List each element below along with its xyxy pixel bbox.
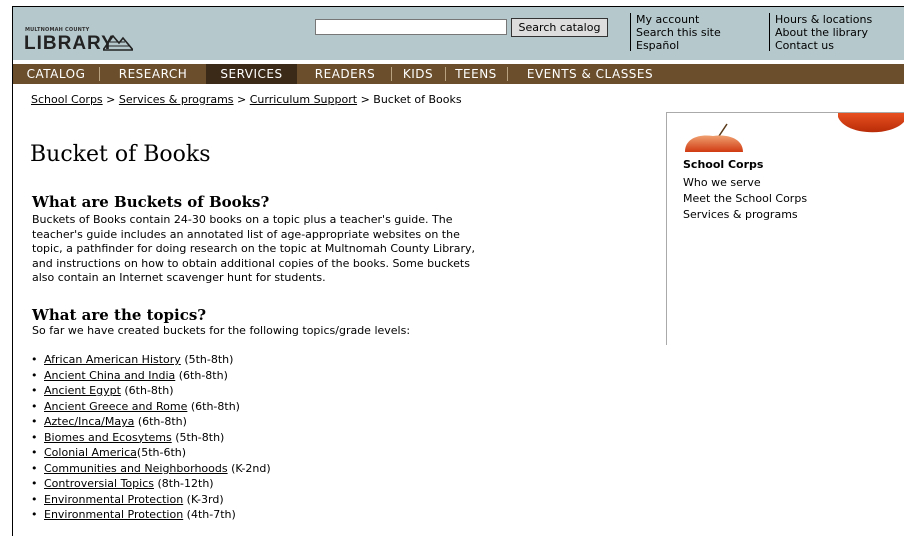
browser-viewport: MULTNOMAH COUNTY LIBRARY Search catalog …	[12, 6, 904, 536]
nav-research[interactable]: RESEARCH	[103, 64, 203, 84]
topics-intro: So far we have created buckets for the f…	[32, 324, 411, 337]
nav-catalog[interactable]: CATALOG	[17, 64, 95, 84]
bullet-icon: •	[31, 461, 38, 475]
bullet-icon: •	[31, 508, 38, 521]
bullet-icon: •	[31, 430, 38, 444]
topic-link[interactable]: Ancient China and India	[44, 369, 175, 382]
list-item: • Ancient Greece and Rome (6th-8th)	[31, 399, 271, 415]
topic-link[interactable]: Colonial America	[44, 446, 137, 459]
topic-grades: (6th-8th)	[120, 384, 174, 397]
sidebar-title[interactable]: School Corps	[683, 158, 763, 171]
topic-link[interactable]: African American History	[44, 353, 181, 366]
apple-icon	[838, 113, 904, 133]
list-item: • Biomes and Ecosytems (5th-8th)	[31, 430, 271, 446]
about-library-link[interactable]: About the library	[775, 26, 872, 39]
hours-locations-link[interactable]: Hours & locations	[775, 13, 872, 26]
topic-grades: (5th-8th)	[171, 430, 225, 444]
section-heading-what-are: What are Buckets of Books?	[32, 193, 270, 211]
bullet-icon: •	[31, 399, 38, 413]
topic-grades: (6th-8th)	[134, 415, 187, 428]
topic-link[interactable]: Ancient Greece and Rome	[44, 400, 187, 413]
topic-grades: (6th-8th)	[175, 368, 228, 382]
list-item: • Ancient Egypt (6th-8th)	[31, 383, 271, 399]
breadcrumb-curriculum-support[interactable]: Curriculum Support	[250, 93, 357, 106]
topic-grades: (8th-12th)	[153, 477, 214, 490]
nav-divider	[391, 67, 392, 81]
nav-events-classes[interactable]: EVENTS & CLASSES	[511, 64, 669, 84]
topic-link[interactable]: Environmental Protection	[44, 493, 183, 506]
topic-grades: (5th-8th)	[180, 353, 234, 366]
topic-link[interactable]: Environmental Protection	[44, 508, 183, 521]
topic-grades: (K-3rd)	[183, 492, 224, 506]
site-header: MULTNOMAH COUNTY LIBRARY Search catalog …	[13, 7, 904, 60]
bullet-icon: •	[31, 477, 38, 490]
breadcrumb-separator: >	[360, 93, 370, 106]
nav-divider	[99, 67, 100, 81]
contact-us-link[interactable]: Contact us	[775, 39, 872, 52]
breadcrumb-current: Bucket of Books	[373, 93, 462, 106]
section-heading-topics: What are the topics?	[32, 306, 207, 324]
nav-divider	[445, 67, 446, 81]
logo-library-text[interactable]: LIBRARY	[24, 33, 115, 55]
sidebar-item-who-we-serve[interactable]: Who we serve	[683, 175, 807, 191]
nav-divider	[507, 67, 508, 81]
bullet-icon: •	[31, 353, 38, 366]
breadcrumb-services-programs[interactable]: Services & programs	[119, 93, 234, 106]
breadcrumb-separator: >	[106, 93, 116, 106]
list-item: • Communities and Neighborhoods (K-2nd)	[31, 461, 271, 477]
description-line: teacher's guide includes an annotated li…	[32, 227, 460, 241]
breadcrumb-school-corps[interactable]: School Corps	[31, 93, 103, 106]
topics-list: • African American History (5th-8th) • Anc…	[31, 352, 271, 523]
catalog-search-input[interactable]	[315, 19, 507, 35]
apple-icon	[685, 123, 743, 152]
header-links-account: My account Search this site Español	[630, 13, 721, 52]
header-links-info: Hours & locations About the library Cont…	[769, 13, 872, 52]
topic-grades: (K-2nd)	[227, 461, 271, 475]
my-account-link[interactable]: My account	[636, 13, 721, 26]
sidebar-item-services-programs[interactable]: Services & programs	[683, 207, 807, 223]
topic-link[interactable]: Controversial Topics	[44, 477, 154, 490]
bullet-icon: •	[31, 492, 38, 506]
nav-kids[interactable]: KIDS	[395, 64, 441, 84]
bullet-icon: •	[31, 415, 38, 428]
espanol-link[interactable]: Español	[636, 39, 721, 52]
list-item: • Controversial Topics (8th-12th)	[31, 476, 271, 492]
breadcrumb-separator: >	[237, 93, 247, 106]
topic-grades: (6th-8th)	[187, 399, 240, 413]
description-line: Buckets of Books contain 24-30 books on …	[32, 213, 453, 226]
list-item: • Environmental Protection (K-3rd)	[31, 492, 271, 508]
description-line: topic, a pathfinder for doing research o…	[32, 242, 475, 255]
page-title: Bucket of Books	[30, 142, 211, 167]
list-item: • Colonial America(5th-6th)	[31, 445, 271, 461]
nav-teens[interactable]: TEENS	[449, 64, 503, 84]
topic-link[interactable]: Communities and Neighborhoods	[44, 462, 228, 475]
list-item: • Aztec/Inca/Maya (6th-8th)	[31, 414, 271, 430]
search-site-link[interactable]: Search this site	[636, 26, 721, 39]
topic-link[interactable]: Ancient Egypt	[44, 384, 121, 397]
main-nav: CATALOG RESEARCH SERVICES READERS KIDS T…	[13, 64, 904, 84]
breadcrumb: School Corps > Services & programs > Cur…	[31, 93, 462, 106]
sidebar-school-corps: School Corps Who we serve Meet the Schoo…	[666, 112, 904, 345]
sidebar-links: Who we serve Meet the School Corps Servi…	[683, 175, 807, 223]
topic-grades: (4th-7th)	[183, 508, 236, 521]
search-catalog-button[interactable]: Search catalog	[511, 18, 608, 37]
mountain-logo-icon	[103, 34, 133, 51]
list-item: • African American History (5th-8th)	[31, 352, 271, 368]
bullet-icon: •	[31, 384, 38, 397]
section-description: Buckets of Books contain 24-30 books on …	[32, 213, 602, 286]
sidebar-item-meet-school-corps[interactable]: Meet the School Corps	[683, 191, 807, 207]
list-item: • Environmental Protection (4th-7th)	[31, 507, 271, 523]
bullet-icon: •	[31, 446, 38, 459]
bullet-icon: •	[31, 368, 38, 382]
list-item: • Ancient China and India (6th-8th)	[31, 368, 271, 384]
description-line: and instructions on how to obtain additi…	[32, 256, 470, 270]
description-line: also contain an Internet scavenger hunt …	[32, 271, 326, 284]
topic-link[interactable]: Biomes and Ecosytems	[44, 431, 172, 444]
nav-services[interactable]: SERVICES	[206, 64, 297, 84]
topic-grades: (5th-6th)	[136, 446, 187, 459]
topic-link[interactable]: Aztec/Inca/Maya	[44, 415, 134, 428]
nav-readers[interactable]: READERS	[303, 64, 387, 84]
